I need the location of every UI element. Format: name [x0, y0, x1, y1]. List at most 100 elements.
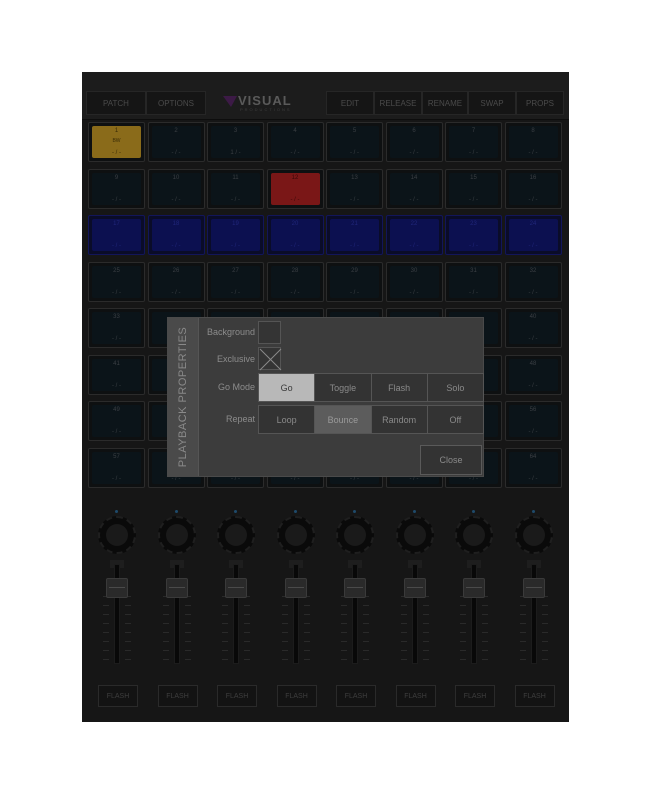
playback-button[interactable]: 18 - / - [147, 215, 205, 255]
fader-handle[interactable] [106, 578, 128, 598]
rotary-knob[interactable] [98, 516, 136, 554]
playback-number: 31 [470, 267, 477, 274]
props-button[interactable]: PROPS [516, 91, 564, 115]
playback-button[interactable]: 12 - / - [266, 168, 324, 209]
playback-button[interactable]: 30 - / - [385, 261, 443, 302]
playback-button[interactable]: 33 - / - [88, 308, 145, 348]
gomode-solo-option[interactable]: Solo [426, 373, 484, 402]
repeat-random-option[interactable]: Random [370, 405, 428, 434]
playback-number: 17 [113, 221, 120, 227]
playback-number: 56 [529, 407, 537, 413]
fader-handle[interactable] [403, 578, 426, 598]
playback-status: - / - [409, 243, 419, 249]
rotary-knob[interactable] [514, 516, 553, 554]
flash-button[interactable]: FLASH [336, 685, 376, 707]
repeat-off-option[interactable]: Off [426, 405, 484, 434]
fader-handle[interactable] [463, 578, 485, 598]
playback-button[interactable]: 6 - / - [385, 122, 443, 162]
playback-button[interactable]: 41 - / - [88, 354, 145, 395]
playback-button[interactable]: 32 - / - [504, 261, 562, 302]
flash-button[interactable]: FLASH [98, 685, 138, 707]
playback-button[interactable]: 2 - / - [147, 122, 205, 162]
playback-button[interactable]: 24 - / - [504, 215, 562, 255]
flash-button[interactable]: FLASH [395, 685, 436, 707]
rotary-knob[interactable] [276, 516, 315, 554]
playback-number: 12 [291, 174, 299, 181]
playback-button[interactable]: 17 - / - [88, 215, 145, 255]
swap-button[interactable]: SWAP [468, 91, 516, 115]
background-checkbox[interactable] [258, 321, 281, 344]
playback-button[interactable]: 4 - / - [266, 122, 324, 162]
playback-button[interactable]: 3 1 / - [207, 122, 264, 162]
edit-button[interactable]: EDIT [326, 91, 374, 115]
fader-handle[interactable] [284, 578, 307, 598]
rotary-knob[interactable] [395, 516, 434, 554]
playback-number: 18 [172, 221, 180, 227]
playback-status: - / - [112, 150, 121, 156]
fader-scale-right [125, 596, 131, 666]
playback-button[interactable]: 11 - / - [207, 168, 264, 209]
playback-status: - / - [231, 289, 240, 296]
playback-button[interactable]: 29 - / - [326, 261, 383, 302]
fader-handle[interactable] [522, 578, 545, 598]
release-button[interactable]: RELEASE [374, 91, 422, 115]
repeat-bounce-option[interactable]: Bounce [314, 405, 372, 434]
fader-strip: FLASH [267, 504, 324, 714]
knob-indicator-icon [412, 510, 416, 513]
flash-button[interactable]: FLASH [157, 685, 198, 707]
repeat-loop-option[interactable]: Loop [258, 405, 316, 434]
exclusive-checkbox[interactable] [258, 347, 282, 371]
playback-number: 5 [352, 128, 357, 134]
playback-button[interactable]: 57 - / - [88, 447, 145, 488]
playback-button[interactable]: 23 - / - [445, 215, 502, 255]
playback-button[interactable]: 20 - / - [266, 215, 324, 255]
playback-button[interactable]: 40 - / - [504, 308, 562, 348]
playback-button[interactable]: 28 - / - [266, 261, 324, 302]
gomode-go-option[interactable]: Go [258, 373, 316, 402]
playback-status: - / - [469, 196, 478, 203]
playback-button[interactable]: 1 BW - / - [88, 122, 145, 162]
playback-button[interactable]: 9 - / - [88, 168, 145, 209]
rotary-knob[interactable] [336, 516, 374, 554]
knob-indicator-icon [234, 510, 237, 513]
flash-button[interactable]: FLASH [514, 685, 555, 707]
playback-button[interactable]: 8 - / - [504, 122, 562, 162]
patch-button[interactable]: PATCH [86, 91, 146, 115]
playback-button[interactable]: 15 - / - [445, 168, 502, 209]
playback-button[interactable]: 14 - / - [385, 168, 443, 209]
playback-status: - / - [528, 243, 538, 249]
flash-button[interactable]: FLASH [217, 685, 257, 707]
playback-button[interactable]: 64 - / - [504, 447, 562, 488]
rotary-knob[interactable] [157, 516, 196, 554]
playback-button[interactable]: 7 - / - [445, 122, 502, 162]
rotary-knob[interactable] [217, 516, 255, 554]
fader-handle[interactable] [225, 578, 247, 598]
playback-button[interactable]: 16 - / - [504, 168, 562, 209]
rename-button[interactable]: RENAME [422, 91, 468, 115]
playback-button[interactable]: 5 - / - [326, 122, 383, 162]
fader-strip: FLASH [326, 504, 383, 714]
close-button[interactable]: Close [420, 445, 482, 475]
playback-button[interactable]: 49 - / - [88, 401, 145, 441]
flash-button[interactable]: FLASH [455, 685, 495, 707]
fader-scale-right [541, 596, 548, 666]
playback-button[interactable]: 48 - / - [504, 354, 562, 395]
playback-button[interactable]: 21 - / - [326, 215, 383, 255]
playback-button[interactable]: 13 - / - [326, 168, 383, 209]
playback-button[interactable]: 27 - / - [207, 261, 264, 302]
playback-button[interactable]: 10 - / - [147, 168, 205, 209]
playback-button[interactable]: 19 - / - [207, 215, 264, 255]
playback-button[interactable]: 56 - / - [504, 401, 562, 441]
options-button[interactable]: OPTIONS [146, 91, 206, 115]
playback-button[interactable]: 31 - / - [445, 261, 502, 302]
gomode-flash-option[interactable]: Flash [370, 373, 428, 402]
flash-button[interactable]: FLASH [276, 685, 317, 707]
playback-status: - / - [528, 289, 538, 296]
fader-handle[interactable] [344, 578, 366, 598]
fader-handle[interactable] [165, 578, 188, 598]
rotary-knob[interactable] [455, 516, 493, 554]
playback-button[interactable]: 22 - / - [385, 215, 443, 255]
playback-button[interactable]: 26 - / - [147, 261, 205, 302]
gomode-toggle-option[interactable]: Toggle [314, 373, 372, 402]
playback-button[interactable]: 25 - / - [88, 261, 145, 302]
